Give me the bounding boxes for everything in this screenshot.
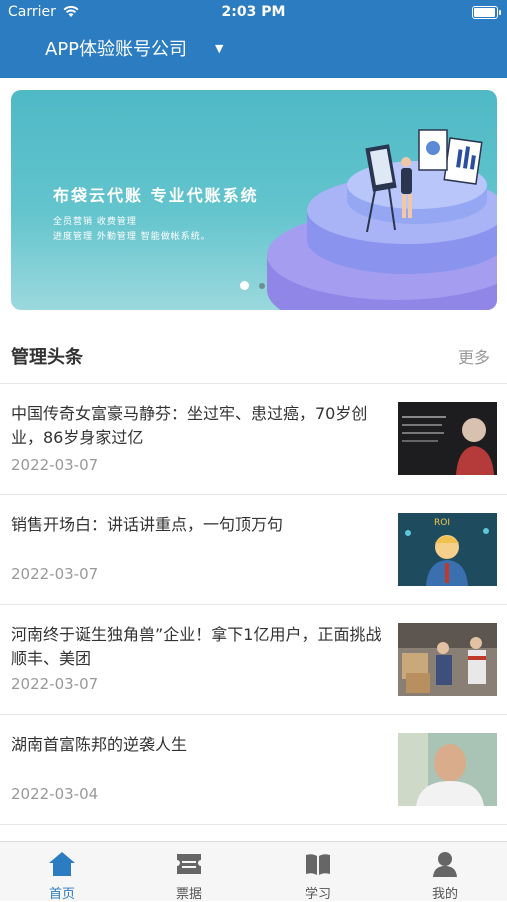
ticket-icon [177, 854, 201, 874]
book-icon [306, 854, 330, 875]
tab-label: 我的 [431, 887, 458, 902]
home-icon [49, 852, 75, 876]
status-bar: Carrier 2:03 PM [0, 0, 507, 24]
banner-line-2: 进度管理 外勤管理 智能做帐系统。 [53, 232, 211, 242]
news-thumbnail [398, 733, 497, 806]
tab-label: 票据 [175, 887, 202, 902]
news-date: 2022-03-07 [11, 565, 99, 583]
person-icon [433, 852, 457, 877]
news-thumbnail: ROI [398, 513, 497, 586]
tab-study[interactable]: 学习 [268, 842, 368, 902]
promo-banner[interactable]: 布袋云代账 专业代账系统 全员营销 收费管理 进度管理 外勤管理 智能做帐系统。 [11, 90, 497, 310]
news-date: 2022-03-04 [11, 785, 99, 803]
banner-pager[interactable] [240, 281, 265, 290]
tab-label: 学习 [304, 887, 331, 902]
clock: 2:03 PM [221, 4, 286, 20]
company-selector[interactable]: APP体验账号公司 ▼ [45, 35, 224, 61]
banner-line-1: 全员营销 收费管理 [53, 217, 137, 227]
banner-title: 布袋云代账 专业代账系统 [53, 186, 259, 205]
news-title: 中国传奇女富豪马静芬：坐过牢、患过癌，70岁创业，86岁身家过亿 [11, 404, 368, 447]
section-title: 管理头条 [11, 347, 83, 368]
news-item[interactable]: 河南终于诞生独角兽”企业！拿下1亿用户，正面挑战顺丰、美团 2022-03-07 [0, 605, 507, 715]
news-title: 河南终于诞生独角兽”企业！拿下1亿用户，正面挑战顺丰、美团 [11, 625, 382, 668]
news-item[interactable]: 中国传奇女富豪马静芬：坐过牢、患过癌，70岁创业，86岁身家过亿 2022-03… [0, 384, 507, 494]
tab-mine[interactable]: 我的 [395, 842, 495, 902]
news-item[interactable]: 销售开场白：讲话讲重点，一句顶万句 2022-03-07 ROI [0, 495, 507, 605]
news-thumbnail [398, 623, 497, 696]
news-date: 2022-03-07 [11, 675, 99, 693]
news-section-header: 管理头条 更多 [0, 330, 507, 382]
app-header: Carrier 2:03 PM APP体验账号公司 ▼ [0, 0, 507, 78]
news-thumbnail [398, 402, 497, 475]
tab-ticket[interactable]: 票据 [139, 842, 239, 902]
divider [0, 824, 507, 825]
tab-home[interactable]: 首页 [12, 842, 112, 902]
pager-dot[interactable] [259, 282, 265, 289]
company-name: APP体验账号公司 [45, 39, 188, 60]
news-date: 2022-03-07 [11, 456, 99, 474]
more-link[interactable]: 更多 [458, 344, 490, 368]
news-title: 销售开场白：讲话讲重点，一句顶万句 [11, 515, 284, 534]
tab-label: 首页 [48, 887, 75, 902]
svg-text:ROI: ROI [434, 518, 450, 528]
news-item[interactable]: 湖南首富陈邦的逆袭人生 2022-03-04 [0, 715, 507, 825]
pager-dot-active[interactable] [240, 281, 249, 290]
tab-bar: 首页 票据 学习 我的 [0, 841, 507, 902]
office-illustration-icon [267, 129, 497, 310]
battery-icon [472, 6, 501, 19]
caret-down-icon: ▼ [215, 41, 224, 55]
news-title: 湖南首富陈邦的逆袭人生 [11, 735, 188, 754]
